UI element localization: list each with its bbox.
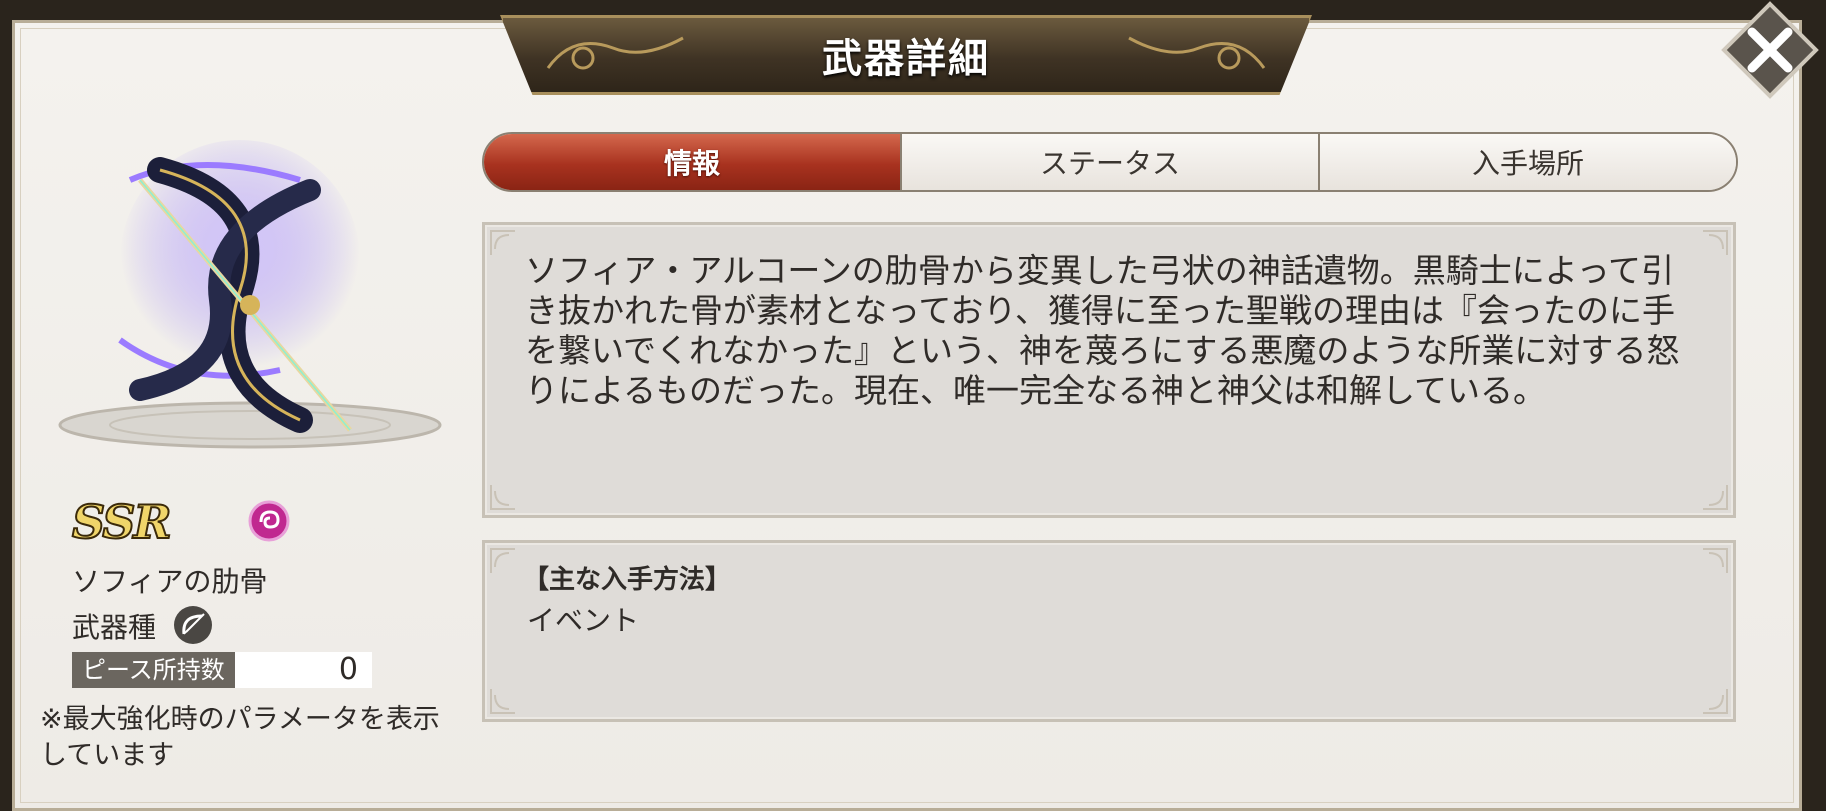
weapon-type-label: 武器種 bbox=[72, 611, 157, 644]
acquisition-item: イベント bbox=[527, 604, 640, 637]
piece-count-value: 0 bbox=[234, 652, 372, 688]
corner-ornament-icon bbox=[490, 548, 515, 573]
corner-ornament-icon bbox=[490, 689, 515, 714]
ornament-left-icon bbox=[546, 36, 684, 70]
corner-ornament-icon bbox=[1703, 485, 1728, 510]
close-x-icon bbox=[1721, 1, 1819, 99]
corner-ornament-icon bbox=[490, 230, 515, 255]
tab-acquisition-location[interactable]: 入手場所 bbox=[1320, 134, 1736, 190]
dialog-title-plate: 武器詳細 bbox=[500, 15, 1312, 95]
piece-count-row: ピース所持数 0 bbox=[72, 652, 372, 688]
description-panel: ソフィア・アルコーンの肋骨から変異した弓状の神話遺物。黒騎士によって引き抜かれた… bbox=[482, 222, 1736, 518]
weapon-image bbox=[58, 140, 442, 449]
piece-count-label: ピース所持数 bbox=[72, 652, 235, 688]
corner-ornament-icon bbox=[1703, 230, 1728, 255]
weapon-description: ソフィア・アルコーンの肋骨から変異した弓状の神話遺物。黒騎士によって引き抜かれた… bbox=[525, 251, 1680, 410]
ornament-right-icon bbox=[1128, 36, 1266, 70]
bow-icon bbox=[174, 606, 212, 644]
dialog-title: 武器詳細 bbox=[822, 36, 990, 82]
max-level-note: ※最大強化時のパラメータを表示しています bbox=[40, 704, 440, 771]
close-button[interactable] bbox=[1720, 0, 1820, 100]
corner-ornament-icon bbox=[1703, 548, 1728, 573]
tab-bar: 情報 ステータス 入手場所 bbox=[482, 132, 1738, 192]
corner-ornament-icon bbox=[490, 485, 515, 510]
corner-ornament-icon bbox=[1703, 689, 1728, 714]
tab-status[interactable]: ステータス bbox=[902, 134, 1320, 190]
acquisition-heading: 【主な入手方法】 bbox=[523, 565, 732, 595]
weapon-name: ソフィアの肋骨 bbox=[72, 565, 268, 598]
tab-info[interactable]: 情報 bbox=[484, 134, 902, 190]
acquisition-panel: 【主な入手方法】 イベント bbox=[482, 540, 1736, 722]
rarity-badge: SSR bbox=[71, 494, 173, 550]
dark-element-icon bbox=[248, 500, 290, 542]
